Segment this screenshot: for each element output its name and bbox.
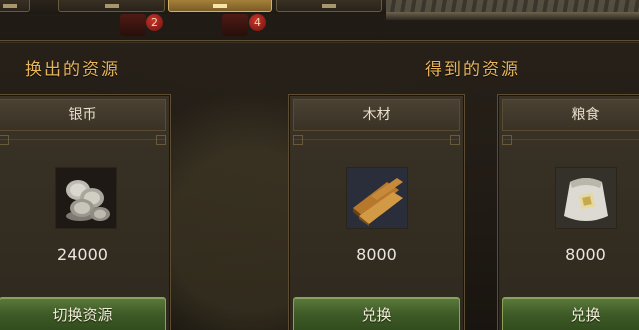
resource-amount: 8000 <box>356 245 397 264</box>
card-divider <box>293 135 460 145</box>
resource-card-wood: 木材 8000 兑换 <box>288 94 465 330</box>
card-divider <box>502 135 639 145</box>
grain-sack-icon <box>555 167 617 229</box>
tab-3-active[interactable] <box>168 0 272 12</box>
notification-badge: 4 <box>249 14 266 31</box>
game-background: 2 4 换出的资源 得到的资源 银币 24000 切换资源 木材 8000 兑换… <box>0 0 639 330</box>
tab-label-icon <box>3 4 17 8</box>
wood-planks-icon <box>346 167 408 229</box>
switch-resource-button[interactable]: 切换资源 <box>0 297 166 330</box>
exchange-button[interactable]: 兑换 <box>293 297 460 330</box>
resource-card-grain: 粮食 8000 兑换 <box>497 94 639 330</box>
card-divider <box>0 135 166 145</box>
tab-label-icon <box>213 4 227 8</box>
resource-card-silver: 银币 24000 切换资源 <box>0 94 171 330</box>
panel-divider <box>0 42 639 43</box>
tab-label-icon <box>322 4 336 8</box>
give-resources-heading: 换出的资源 <box>25 60 120 80</box>
ornament-decoration <box>222 14 248 36</box>
tab-label-icon <box>104 4 119 8</box>
notification-badge: 2 <box>146 14 163 31</box>
card-title: 木材 <box>293 99 460 131</box>
roof-edge-decoration <box>386 12 639 20</box>
card-title: 银币 <box>0 99 166 131</box>
card-title: 粮食 <box>502 99 639 131</box>
silver-coins-icon <box>55 167 117 229</box>
resource-amount: 24000 <box>57 245 108 264</box>
tab-4[interactable] <box>276 0 382 12</box>
ornament-decoration <box>120 14 146 36</box>
tab-2[interactable] <box>58 0 165 12</box>
tab-1[interactable] <box>0 0 30 12</box>
get-resources-heading: 得到的资源 <box>425 60 520 80</box>
resource-amount: 8000 <box>565 245 606 264</box>
exchange-button[interactable]: 兑换 <box>502 297 639 330</box>
